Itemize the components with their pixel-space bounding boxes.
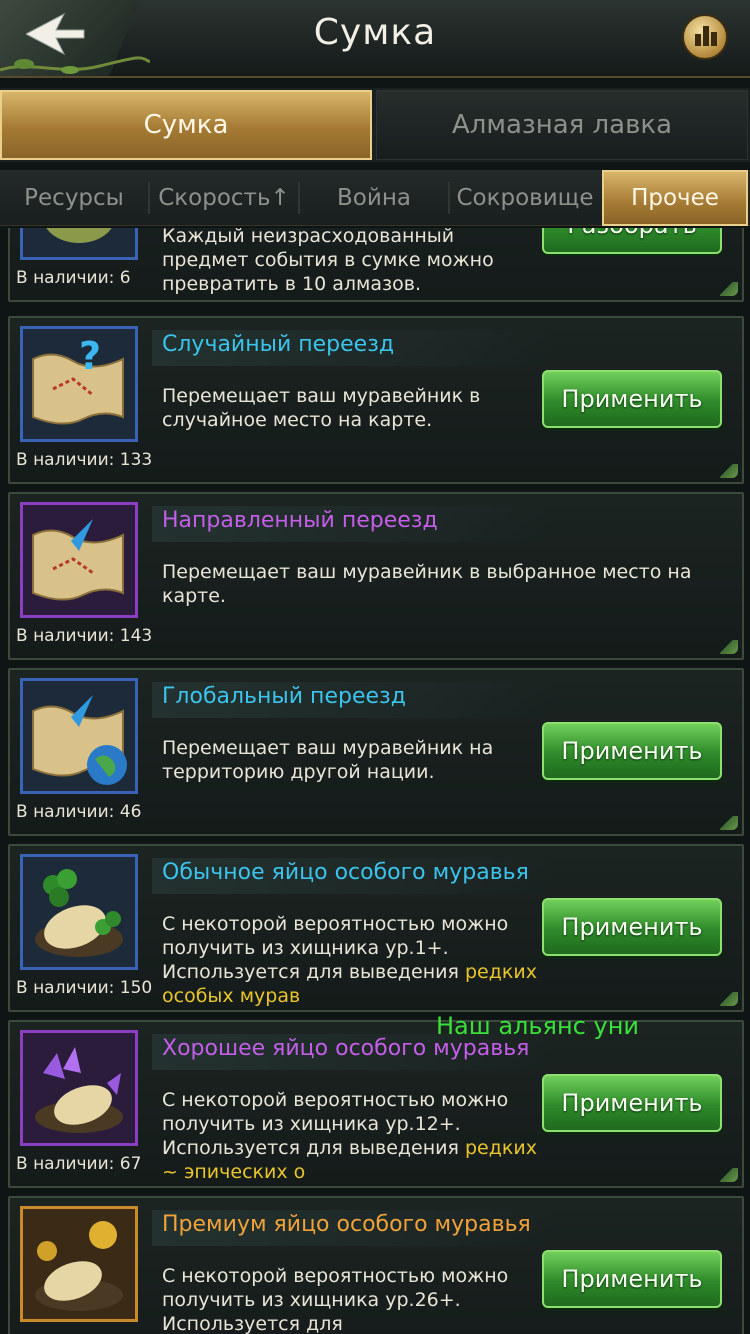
list-item: Премиум яйцо особого муравья С некоторой… [8, 1196, 744, 1334]
item-name: Направленный переезд [162, 508, 438, 533]
global-teleport-icon [20, 678, 138, 794]
item-list[interactable]: В наличии: 6 Каждый неизрасходованный пр… [0, 228, 750, 1334]
list-item: В наличии: 143 Направленный переезд Пере… [8, 492, 744, 660]
item-name: Премиум яйцо особого муравья [162, 1212, 531, 1237]
apply-button[interactable]: Применить [542, 722, 722, 780]
item-description: Перемещает ваш муравейник на территорию … [162, 737, 494, 783]
vine-decoration [0, 56, 150, 74]
tab-bag[interactable]: Сумка [0, 90, 372, 160]
good-egg-icon [20, 1030, 138, 1146]
item-count: В наличии: 67 [16, 1154, 142, 1174]
tab-resources[interactable]: Ресурсы [0, 170, 148, 226]
svg-text:?: ? [79, 334, 101, 378]
item-description: С некоторой вероятностью можно получить … [162, 913, 537, 1007]
item-count: В наличии: 46 [16, 802, 142, 822]
main-tabs: Сумка Алмазная лавка [0, 88, 750, 162]
list-item: В наличии: 67 Хорошее яйцо особого мурав… [8, 1020, 744, 1188]
tab-diamond-shop[interactable]: Алмазная лавка [376, 90, 748, 160]
item-description: Перемещает ваш муравейник в случайное ме… [162, 385, 481, 431]
disassemble-button[interactable]: Разобрать [542, 228, 722, 254]
apply-button[interactable]: Применить [542, 898, 722, 956]
apply-button[interactable]: Применить [542, 370, 722, 428]
tab-other[interactable]: Прочее [602, 170, 748, 226]
tab-war[interactable]: Война [300, 170, 448, 226]
category-tabs: Ресурсы Скорость↑ Война Сокровище Прочее [0, 170, 750, 226]
item-count: В наличии: 150 [16, 978, 153, 998]
apply-button[interactable]: Применить [542, 1074, 722, 1132]
item-count: В наличии: 6 [16, 268, 131, 288]
list-item: В наличии: 6 Каждый неизрасходованный пр… [8, 228, 744, 302]
targeted-teleport-icon [20, 502, 138, 618]
item-name: Глобальный переезд [162, 684, 406, 709]
tab-treasure[interactable]: Сокровище [450, 170, 600, 226]
page-title: Сумка [313, 12, 437, 53]
item-description: Каждый неизрасходованный предмет события… [162, 228, 494, 295]
item-description: Перемещает ваш муравейник в выбранное ме… [162, 561, 692, 607]
list-item: ? В наличии: 133 Случайный переезд Перем… [8, 316, 744, 484]
apply-button[interactable]: Применить [542, 1250, 722, 1308]
list-item: В наличии: 46 Глобальный переезд Перемещ… [8, 668, 744, 836]
random-teleport-icon: ? [20, 326, 138, 442]
top-bar: Сумка [0, 0, 750, 78]
item-description: С некоторой вероятностью можно получить … [162, 1265, 509, 1334]
item-name: Обычное яйцо особого муравья [162, 860, 529, 885]
premium-egg-icon [20, 1206, 138, 1322]
bar-chart-icon [695, 34, 701, 46]
list-item: В наличии: 150 Обычное яйцо особого мура… [8, 844, 744, 1012]
event-item-icon [20, 228, 138, 260]
item-description: С некоторой вероятностью можно получить … [162, 1089, 537, 1183]
stats-button[interactable] [682, 14, 728, 60]
common-egg-icon [20, 854, 138, 970]
item-name: Случайный переезд [162, 332, 395, 357]
item-count: В наличии: 133 [16, 450, 153, 470]
item-count: В наличии: 143 [16, 626, 153, 646]
alliance-chat-ticker[interactable]: Наш альянс уни [436, 1012, 666, 1040]
tab-speed[interactable]: Скорость↑ [150, 170, 298, 226]
